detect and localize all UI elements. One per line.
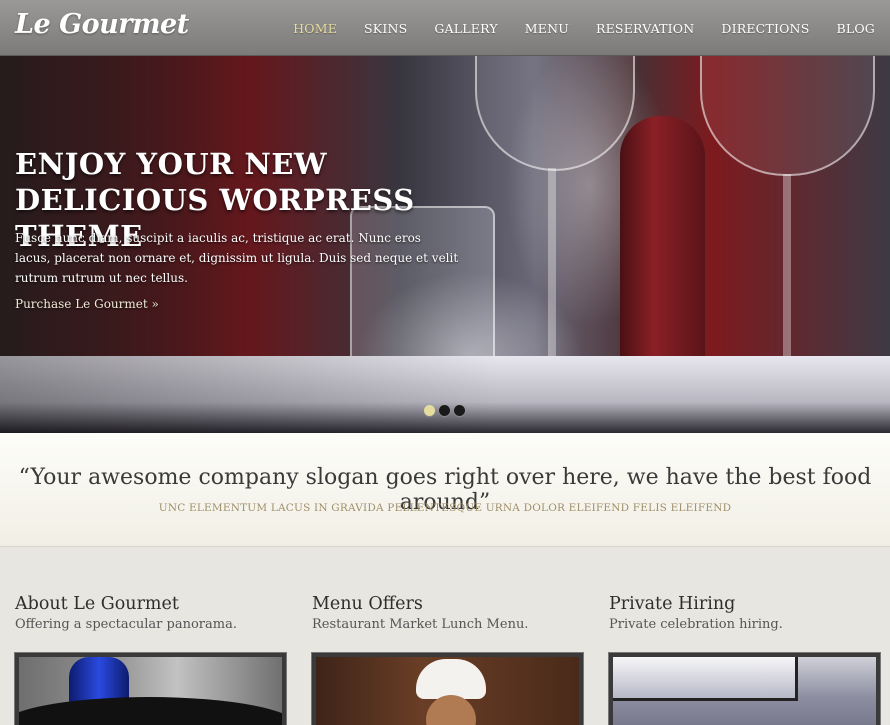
- hero-slider: ENJOY YOUR NEW DELICIOUS WORPRESS THEME …: [0, 56, 890, 433]
- plate-image: [19, 697, 282, 725]
- hero-bottle-image: [620, 116, 705, 386]
- site-header: Le Gourmet HOME SKINS GALLERY MENU RESER…: [0, 0, 890, 56]
- slider-dot-3[interactable]: [454, 405, 465, 416]
- hero-wine-glass-stem: [548, 168, 556, 378]
- hero-wine-glass-image-2: [700, 56, 875, 176]
- nav-item-directions[interactable]: DIRECTIONS: [721, 21, 809, 36]
- column-subtitle: Private celebration hiring.: [609, 617, 783, 632]
- nav-item-reservation[interactable]: RESERVATION: [596, 21, 694, 36]
- about-thumbnail-image[interactable]: [15, 653, 286, 725]
- column-subtitle: Restaurant Market Lunch Menu.: [312, 617, 529, 632]
- slogan-section: “Your awesome company slogan goes right …: [0, 433, 890, 547]
- menu-offers-thumbnail-image[interactable]: [312, 653, 583, 725]
- hero-wine-glass-stem-2: [783, 174, 791, 374]
- window-image: [613, 657, 798, 701]
- nav-item-gallery[interactable]: GALLERY: [434, 21, 497, 36]
- nav-item-skins[interactable]: SKINS: [364, 21, 407, 36]
- column-title[interactable]: Menu Offers: [312, 594, 584, 614]
- site-logo[interactable]: Le Gourmet: [15, 9, 189, 40]
- nav-item-blog[interactable]: BLOG: [836, 21, 875, 36]
- main-nav: HOME SKINS GALLERY MENU RESERVATION DIRE…: [266, 21, 875, 36]
- chef-hat-image: [416, 659, 486, 699]
- chef-face-image: [426, 695, 476, 725]
- private-hiring-thumbnail-image[interactable]: [609, 653, 880, 725]
- purchase-link[interactable]: Purchase Le Gourmet »: [15, 297, 159, 311]
- private-hiring-column: Private Hiring Private celebration hirin…: [609, 594, 881, 725]
- column-subtitle: Offering a spectacular panorama.: [15, 617, 237, 632]
- about-column: About Le Gourmet Offering a spectacular …: [15, 594, 287, 725]
- slider-pagination: [424, 405, 465, 416]
- column-title[interactable]: Private Hiring: [609, 594, 881, 614]
- slogan-subtitle: UNC ELEMENTUM LACUS IN GRAVIDA PELLENTES…: [158, 502, 732, 514]
- slider-dot-2[interactable]: [439, 405, 450, 416]
- nav-item-menu[interactable]: MENU: [525, 21, 569, 36]
- nav-item-home[interactable]: HOME: [293, 21, 337, 36]
- slider-dot-1[interactable]: [424, 405, 435, 416]
- menu-offers-column: Menu Offers Restaurant Market Lunch Menu…: [312, 594, 584, 725]
- column-title[interactable]: About Le Gourmet: [15, 594, 287, 614]
- hero-description: Fusce nunc diam, suscipit a iaculis ac, …: [15, 231, 459, 285]
